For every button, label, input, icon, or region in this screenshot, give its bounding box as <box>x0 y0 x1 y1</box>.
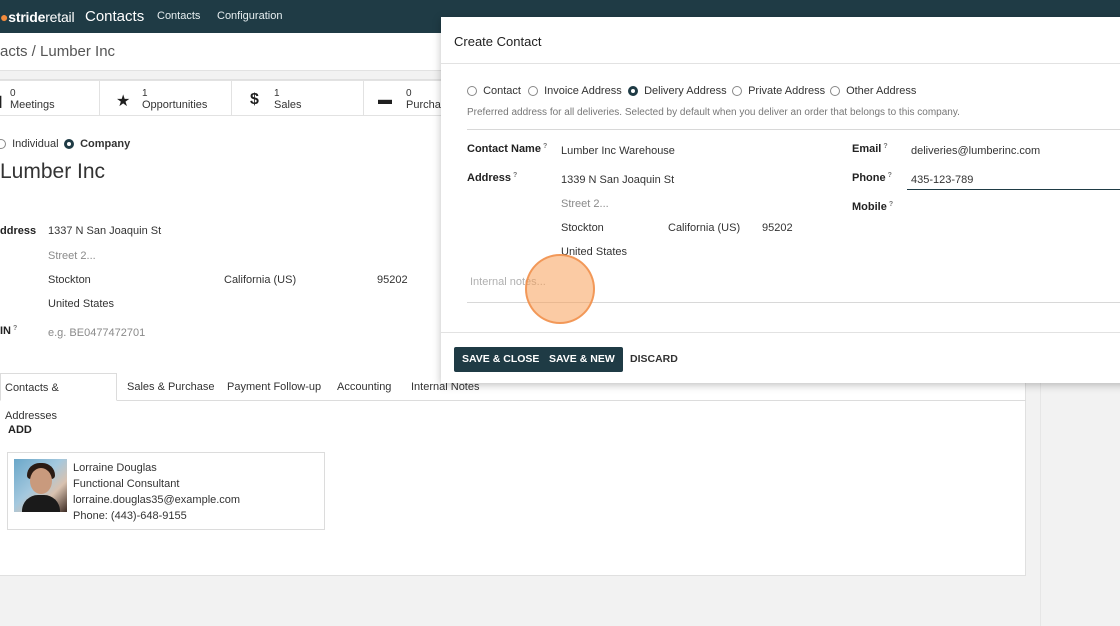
form-divider <box>467 129 1120 130</box>
type-contact[interactable]: Contact <box>467 85 521 97</box>
tab-contacts-addresses[interactable]: Contacts & Addresses <box>0 373 117 422</box>
phone-label: Phone? <box>852 172 892 184</box>
tab-accounting[interactable]: Accounting <box>333 373 395 401</box>
type-other-address[interactable]: Other Address <box>830 85 916 97</box>
create-contact-dialog: Create Contact Contact Invoice Address D… <box>441 17 1120 383</box>
address-label: ddress <box>0 225 37 237</box>
email-input[interactable]: deliveries@lumberinc.com <box>911 145 1040 157</box>
stat-opportunities[interactable]: ★ 1 Opportunities <box>100 80 232 116</box>
phone-input-underline <box>907 189 1120 190</box>
contact-name-label: Contact Name? <box>467 143 548 155</box>
type-private-dot <box>732 86 742 97</box>
address-zip[interactable]: 95202 <box>377 274 408 286</box>
calendar-icon: ▮ <box>0 91 3 111</box>
credit-card-icon: ▬ <box>378 91 392 107</box>
address-country[interactable]: United States <box>48 298 114 310</box>
type-private-address[interactable]: Private Address <box>732 85 825 97</box>
brand-main: stride <box>8 9 46 25</box>
type-contact-dot <box>467 86 477 97</box>
radio-company[interactable]: Company <box>64 138 130 150</box>
modal-street2-input[interactable]: Street 2... <box>561 198 609 210</box>
stat-meetings[interactable]: ▮ 0 Meetings <box>0 80 100 116</box>
add-contact-button[interactable]: ADD <box>8 424 32 436</box>
type-invoice-dot <box>528 86 538 97</box>
type-invoice-address[interactable]: Invoice Address <box>528 85 622 97</box>
email-label: Email? <box>852 143 888 155</box>
cursor-highlight <box>525 254 595 324</box>
brand-logo[interactable]: ●strideretail <box>0 9 75 25</box>
phone-input[interactable]: 435-123-789 <box>911 174 973 186</box>
save-new-button[interactable]: SAVE & NEW <box>541 347 623 372</box>
app-name[interactable]: Contacts <box>85 8 144 25</box>
tab-sales-purchase[interactable]: Sales & Purchase <box>123 373 218 401</box>
type-delivery-address[interactable]: Delivery Address <box>628 85 727 97</box>
modal-state-select[interactable]: California (US) <box>668 222 740 234</box>
contact-card-phone: Phone: (443)-648-9155 <box>73 510 187 522</box>
breadcrumb[interactable]: acts / Lumber Inc <box>0 43 115 60</box>
modal-address-label: Address? <box>467 172 518 184</box>
address-city[interactable]: Stockton <box>48 274 91 286</box>
smart-buttons: ▮ 0 Meetings ★ 1 Opportunities $ 1 Sales… <box>0 80 454 116</box>
star-icon: ★ <box>116 93 131 110</box>
nav-contacts[interactable]: Contacts <box>157 10 200 22</box>
vat-label: IN? <box>0 325 18 337</box>
radio-individual[interactable]: Individual <box>0 138 59 150</box>
dollar-icon: $ <box>250 91 259 108</box>
radio-individual-dot <box>0 139 6 150</box>
modal-city-input[interactable]: Stockton <box>561 222 604 234</box>
stat-sales[interactable]: $ 1 Sales <box>232 80 364 116</box>
modal-footer: SAVE & CLOSE SAVE & NEW DISCARD <box>441 332 1120 383</box>
contact-card-name: Lorraine Douglas <box>73 462 157 474</box>
contact-name-input[interactable]: Lumber Inc Warehouse <box>561 145 675 157</box>
modal-header: Create Contact <box>441 17 1120 64</box>
modal-zip-input[interactable]: 95202 <box>762 222 793 234</box>
save-close-button[interactable]: SAVE & CLOSE <box>454 347 548 372</box>
modal-title: Create Contact <box>454 34 542 49</box>
type-other-dot <box>830 86 840 97</box>
radio-company-dot <box>64 139 74 150</box>
address-street2[interactable]: Street 2... <box>48 250 96 262</box>
avatar <box>14 459 67 512</box>
contact-card-title: Functional Consultant <box>73 478 180 490</box>
type-help-text: Preferred address for all deliveries. Se… <box>467 107 960 118</box>
address-state[interactable]: California (US) <box>224 274 296 286</box>
contact-card-email: lorraine.douglas35@example.com <box>73 494 241 506</box>
modal-street-input[interactable]: 1339 N San Joaquin St <box>561 174 674 186</box>
vat-input[interactable]: e.g. BE0477472701 <box>48 327 145 339</box>
brand-light: retail <box>45 9 75 25</box>
contact-card[interactable]: Lorraine Douglas Functional Consultant l… <box>7 452 325 530</box>
discard-button[interactable]: DISCARD <box>630 347 678 372</box>
tab-payment-follow-up[interactable]: Payment Follow-up <box>223 373 325 401</box>
company-name[interactable]: Lumber Inc <box>0 160 105 184</box>
type-delivery-dot <box>628 86 638 97</box>
mobile-label: Mobile? <box>852 201 894 213</box>
address-street[interactable]: 1337 N San Joaquin St <box>48 225 161 237</box>
nav-configuration[interactable]: Configuration <box>217 10 282 22</box>
